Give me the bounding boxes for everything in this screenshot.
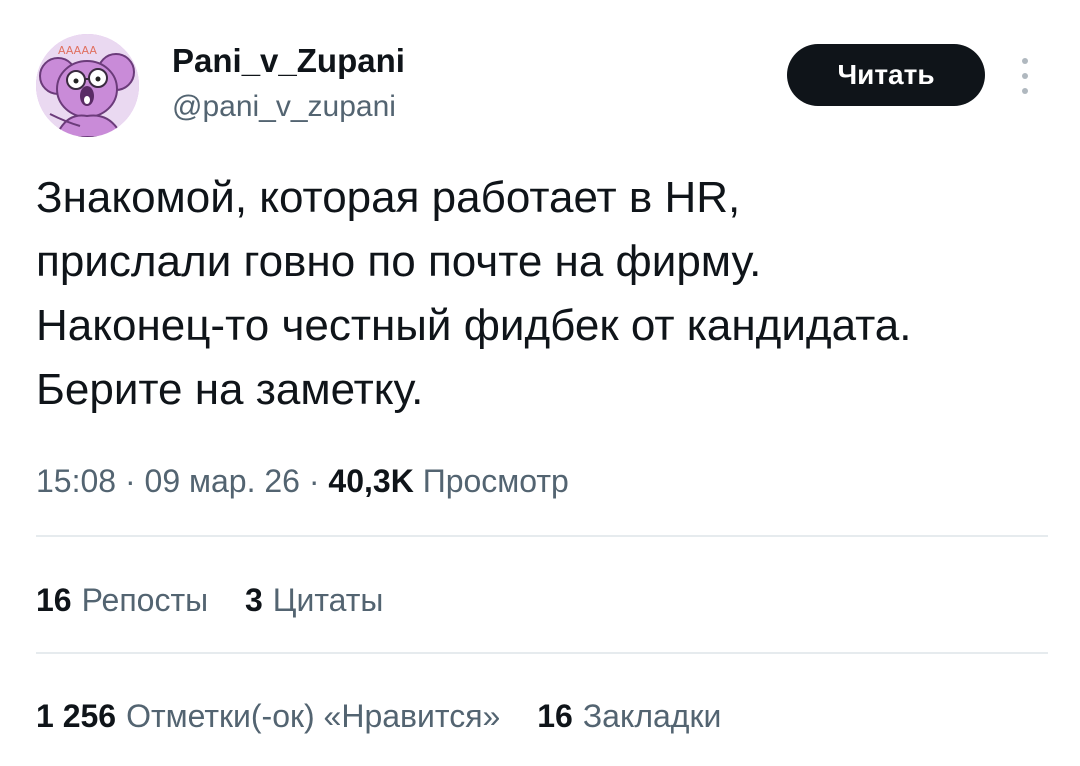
reposts-count: 16 bbox=[36, 582, 72, 618]
meta-separator: · bbox=[124, 463, 136, 499]
svg-text:AAAAA: AAAAA bbox=[58, 44, 97, 57]
avatar[interactable]: AAAAA bbox=[36, 34, 139, 137]
dot bbox=[1022, 73, 1028, 79]
tweet-meta: 15:08 · 09 мар. 26 · 40,3K Просмотр bbox=[36, 457, 569, 505]
divider bbox=[36, 652, 1048, 654]
author-handle[interactable]: @pani_v_zupani bbox=[172, 87, 405, 127]
repost-quote-stats: 16 Репосты 3 Цитаты bbox=[36, 576, 411, 624]
tweet-text-line: прислали говно по почте на фирму. bbox=[36, 237, 762, 286]
tweet-text-line: Берите на заметку. bbox=[36, 365, 424, 414]
tweet-text-line: Наконец-то честный фидбек от кандидата. bbox=[36, 301, 912, 350]
quotes-count: 3 bbox=[245, 582, 263, 618]
bookmarks-label: Закладки bbox=[582, 698, 722, 734]
tweet-text: Знакомой, которая работает в HR, прислал… bbox=[36, 166, 1056, 422]
bookmarks-stat[interactable]: 16 Закладки bbox=[537, 692, 721, 740]
koala-cartoon-icon: AAAAA bbox=[36, 34, 139, 137]
dot bbox=[1022, 88, 1028, 94]
likes-bookmarks-stats: 1 256 Отметки(-ок) «Нравится» 16 Закладки bbox=[36, 692, 749, 740]
reposts-label: Репосты bbox=[81, 582, 209, 618]
tweet-text-line: Знакомой, которая работает в HR, bbox=[36, 173, 741, 222]
views-label: Просмотр bbox=[422, 463, 569, 499]
bookmarks-count: 16 bbox=[537, 698, 573, 734]
divider bbox=[36, 535, 1048, 537]
quotes-stat[interactable]: 3 Цитаты bbox=[245, 576, 383, 624]
tweet-header: AAAAA Pani_v_Zupani @pani_v_zupani Читат… bbox=[0, 0, 1080, 160]
quotes-label: Цитаты bbox=[272, 582, 384, 618]
likes-label: Отметки(-ок) «Нравится» bbox=[126, 698, 501, 734]
meta-separator: · bbox=[308, 463, 320, 499]
tweet-date[interactable]: 09 мар. 26 bbox=[145, 463, 300, 499]
author-block: Pani_v_Zupani @pani_v_zupani bbox=[172, 41, 405, 127]
views-count: 40,3K bbox=[328, 463, 414, 499]
author-display-name[interactable]: Pani_v_Zupani bbox=[172, 41, 405, 81]
likes-count: 1 256 bbox=[36, 698, 117, 734]
likes-stat[interactable]: 1 256 Отметки(-ок) «Нравится» bbox=[36, 692, 500, 740]
dot bbox=[1022, 58, 1028, 64]
tweet-time[interactable]: 15:08 bbox=[36, 463, 116, 499]
more-options-icon[interactable] bbox=[1010, 52, 1040, 100]
reposts-stat[interactable]: 16 Репосты bbox=[36, 576, 208, 624]
follow-button[interactable]: Читать bbox=[787, 44, 985, 106]
